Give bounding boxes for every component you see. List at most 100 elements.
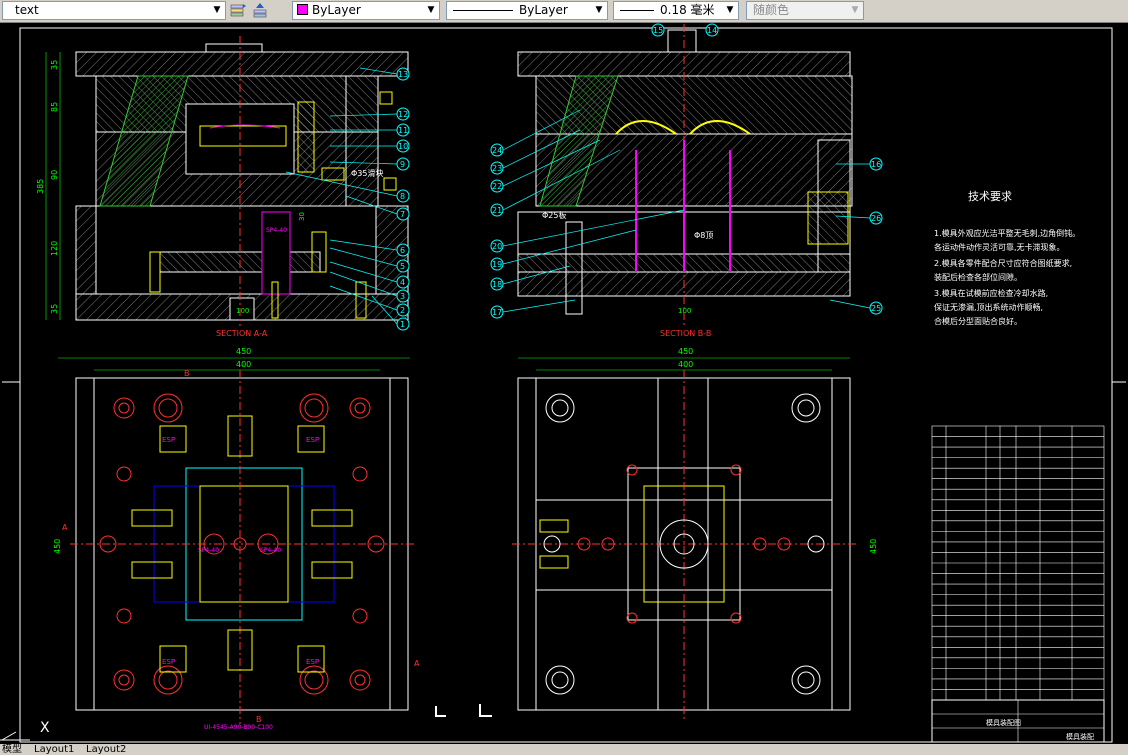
- balloon-7: 7: [400, 210, 405, 219]
- balloon-22: 22: [492, 182, 502, 191]
- section-bb-view: Φ25板 Φ8顶 SECTION B-B 100: [517, 24, 853, 338]
- balloon-23: 23: [492, 164, 502, 173]
- diameter-label-3: Φ8顶: [694, 231, 713, 240]
- dim-mid-vertical: 30: [298, 212, 306, 221]
- balloon-18: 18: [492, 280, 502, 289]
- tech-title: 技术要求: [968, 190, 1012, 203]
- esp-label-2: ESP: [306, 436, 319, 444]
- tab-layout2[interactable]: Layout2: [86, 744, 126, 755]
- section-mark-b-bottom: B: [256, 715, 262, 724]
- dim-35-bottom: 35: [50, 304, 59, 314]
- paper-corner-mark-right: [479, 704, 492, 717]
- balloon-13: 13: [398, 70, 408, 79]
- plot-style-value: 随颜色: [753, 3, 790, 17]
- dim-450-right: 450: [678, 347, 693, 356]
- section-mark-a-right: A: [414, 659, 420, 668]
- tab-layout1[interactable]: Layout1: [34, 744, 74, 755]
- esp-label-4: ESP: [306, 658, 319, 666]
- linetype-combo[interactable]: ByLayer ▼: [446, 1, 608, 20]
- plot-style-combo: 随颜色 ▼: [746, 1, 864, 20]
- bottom-part-label: UI-4545-A90-B90-C100: [204, 724, 273, 731]
- balloon-2: 2: [400, 306, 405, 315]
- chevron-down-icon[interactable]: ▼: [209, 2, 225, 19]
- section-mark-a-left: A: [62, 523, 68, 532]
- balloon-21: 21: [492, 206, 502, 215]
- tech-note-5: 3.模具在试模前应检查冷却水路,: [934, 288, 1048, 298]
- balloon-15: 15: [653, 26, 663, 35]
- plan-view-right: 450 400 450: [512, 347, 878, 720]
- dim-120: 120: [50, 241, 59, 256]
- balloon-6: 6: [400, 246, 405, 255]
- balloon-3: 3: [400, 292, 405, 301]
- chevron-down-icon[interactable]: ▼: [591, 2, 607, 19]
- drawing-canvas[interactable]: Φ35滑块 SECTION A-A SP4-40 100 30 35 8 5 90…: [0, 22, 1128, 744]
- balloon-25: 25: [871, 304, 881, 313]
- title-block-drawing-name: 模具装配图: [986, 718, 1021, 727]
- properties-toolbar: text ▼ ByLayer ▼ ByLayer ▼ 0.18 毫米 ▼ 随颜色…: [0, 0, 1128, 23]
- support-width-aa: 100: [236, 307, 249, 315]
- diameter-label-1: Φ35滑块: [351, 168, 383, 178]
- color-swatch: [297, 4, 308, 15]
- color-combo[interactable]: ByLayer ▼: [292, 1, 440, 20]
- text-style-value: text: [15, 3, 39, 17]
- esp-label-1: ESP: [162, 436, 175, 444]
- ucs-icon: X: [0, 720, 50, 741]
- balloon-24: 24: [492, 146, 502, 155]
- balloon-9: 9: [400, 160, 405, 169]
- dim-400-right: 400: [678, 360, 693, 369]
- text-style-combo[interactable]: text ▼: [2, 1, 226, 20]
- dim-35-top: 35: [50, 60, 59, 70]
- balloon-19: 19: [492, 260, 502, 269]
- technical-requirements: 技术要求 1.模具外观应光洁平整无毛刺,边角倒钝。 各运动件动作灵活可靠,无卡滞…: [934, 190, 1080, 326]
- linetype-sample: [453, 10, 513, 11]
- spf-mid-label-2: SP4-40: [260, 547, 281, 554]
- lineweight-combo[interactable]: 0.18 毫米 ▼: [613, 1, 739, 20]
- balloon-20: 20: [492, 242, 502, 251]
- chevron-down-icon[interactable]: ▼: [722, 2, 738, 19]
- balloon-12: 12: [398, 110, 408, 119]
- tab-model[interactable]: 模型: [2, 744, 22, 755]
- balloon-14: 14: [707, 26, 717, 35]
- lineweight-sample: [620, 10, 654, 11]
- balloon-17: 17: [492, 308, 502, 317]
- balloon-16: 16: [871, 160, 881, 169]
- tech-note-6: 保证无渗漏,顶出系统动作顺畅,: [934, 302, 1043, 312]
- lineweight-value: 0.18 毫米: [660, 3, 715, 17]
- esp-label-3: ESP: [162, 658, 175, 666]
- dim-height-right: 450: [869, 539, 878, 554]
- dim-height-left: 450: [53, 539, 62, 554]
- chevron-down-icon: ▼: [847, 2, 863, 19]
- section-aa-view: Φ35滑块 SECTION A-A SP4-40 100 30: [75, 36, 409, 338]
- support-width-bb: 100: [678, 307, 691, 315]
- plan-view-left: 450 400 450 ESP ESP ESP ESP SP4-40 SP4-4…: [53, 347, 420, 731]
- section-mark-b-top: B: [184, 369, 190, 378]
- layer-states-icon[interactable]: [228, 1, 248, 20]
- tech-note-1: 1.模具外观应光洁平整无毛刺,边角倒钝。: [934, 228, 1080, 238]
- balloon-5: 5: [400, 262, 405, 271]
- layer-previous-icon[interactable]: [250, 1, 270, 20]
- bom-table: [931, 425, 1105, 701]
- chevron-down-icon[interactable]: ▼: [423, 2, 439, 19]
- balloon-11: 11: [398, 126, 408, 135]
- balloon-1: 1: [400, 320, 405, 329]
- title-block: 模具装配图 模具装配: [931, 425, 1105, 743]
- linetype-value: ByLayer: [519, 3, 568, 17]
- dim-total-height: 385: [36, 179, 45, 194]
- spf-mid-label-1: SP4-40: [198, 547, 219, 554]
- ucs-x-label: X: [40, 720, 50, 736]
- dim-400-left: 400: [236, 360, 251, 369]
- layout-tabs: 模型 Layout1 Layout2: [0, 744, 1128, 755]
- balloon-10: 10: [398, 142, 408, 151]
- tech-note-7: 合模后分型面贴合良好。: [934, 316, 1022, 326]
- diameter-label-2: Φ25板: [542, 210, 566, 220]
- balloon-4: 4: [400, 278, 405, 287]
- section-aa-label: SECTION A-A: [216, 329, 268, 338]
- section-bb-label: SECTION B-B: [660, 329, 711, 338]
- tech-note-3: 2.模具各零件配合尺寸应符合图纸要求,: [934, 258, 1072, 268]
- tech-note-4: 装配后检查各部位间隙。: [934, 272, 1022, 282]
- color-value: ByLayer: [312, 3, 361, 17]
- dim-450-left: 450: [236, 347, 251, 356]
- balloon-8: 8: [400, 192, 405, 201]
- title-block-company: 模具装配: [1066, 732, 1094, 741]
- dim-90: 90: [50, 170, 59, 180]
